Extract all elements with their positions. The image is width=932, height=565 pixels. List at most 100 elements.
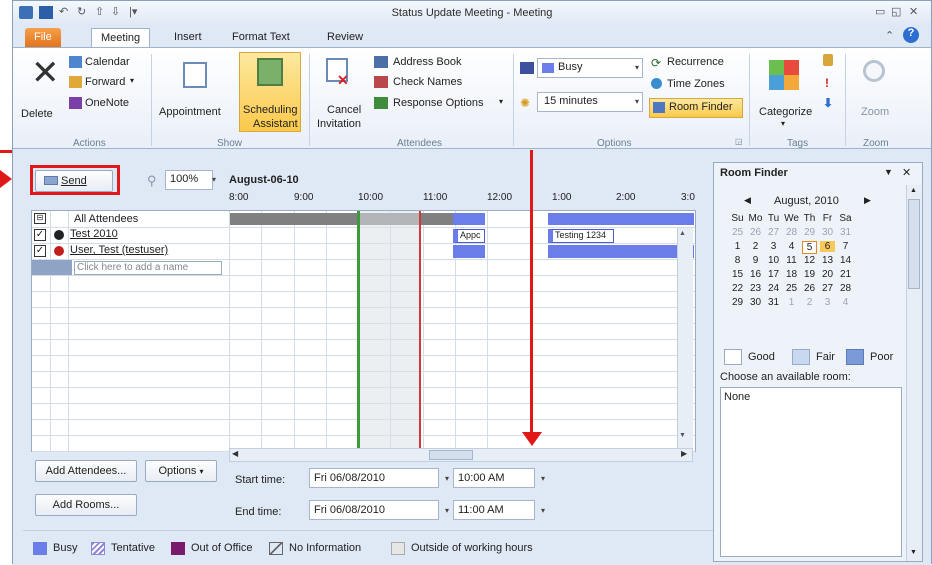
check-names-button[interactable]: Check Names bbox=[393, 76, 462, 88]
calendar-day[interactable]: 20 bbox=[820, 269, 835, 280]
end-date-dropdown-icon[interactable]: ▾ bbox=[441, 506, 453, 515]
calendar-day[interactable]: 2 bbox=[748, 241, 763, 252]
ribbon-collapse-icon[interactable]: ⌃ bbox=[885, 29, 894, 42]
calendar-day[interactable]: 1 bbox=[730, 241, 745, 252]
room-finder-button[interactable]: Room Finder bbox=[669, 101, 733, 113]
categorize-button[interactable]: Categorize bbox=[759, 106, 812, 118]
tab-insert[interactable]: Insert bbox=[165, 28, 211, 47]
tab-review[interactable]: Review bbox=[318, 28, 372, 47]
help-icon[interactable]: ? bbox=[903, 27, 919, 43]
maximize-icon[interactable]: ◱ bbox=[891, 5, 901, 18]
end-date-input[interactable]: Fri 06/08/2010 bbox=[309, 500, 439, 520]
options-button[interactable]: Options ▾ bbox=[145, 460, 217, 482]
scroll-left-icon[interactable]: ◀ bbox=[232, 449, 238, 458]
calendar-day[interactable]: 28 bbox=[784, 227, 799, 238]
vertical-scrollbar[interactable] bbox=[677, 228, 693, 452]
forward-dropdown-icon[interactable]: ▾ bbox=[130, 76, 134, 85]
calendar-day[interactable]: 31 bbox=[766, 297, 781, 308]
tab-file[interactable]: File bbox=[25, 28, 61, 47]
calendar-day[interactable]: 25 bbox=[784, 283, 799, 294]
calendar-day[interactable]: 5 bbox=[802, 241, 817, 254]
calendar-day[interactable]: 29 bbox=[802, 227, 817, 238]
calendar-day[interactable]: 11 bbox=[784, 255, 799, 266]
scheduling-assistant-label-1[interactable]: Scheduling bbox=[243, 104, 297, 116]
forward-button[interactable]: Forward bbox=[85, 76, 125, 88]
calendar-day[interactable]: 2 bbox=[802, 297, 817, 308]
prev-month-icon[interactable]: ◀ bbox=[744, 195, 751, 206]
calendar-day[interactable]: 21 bbox=[838, 269, 853, 280]
calendar-day[interactable]: 24 bbox=[766, 283, 781, 294]
show-as-select[interactable]: Busy bbox=[537, 58, 643, 78]
onenote-button[interactable]: OneNote bbox=[85, 97, 129, 109]
next-month-icon[interactable]: ▶ bbox=[864, 195, 871, 206]
add-rooms-button[interactable]: Add Rooms... bbox=[35, 494, 137, 516]
calendar-day[interactable]: 12 bbox=[802, 255, 817, 266]
reminder-select[interactable]: 15 minutes bbox=[537, 92, 643, 112]
calendar-day[interactable]: 1 bbox=[784, 297, 799, 308]
room-list-item[interactable]: None bbox=[724, 391, 750, 403]
minimize-icon[interactable]: ▭ bbox=[875, 5, 885, 18]
zoom-button[interactable]: Zoom bbox=[861, 106, 889, 118]
recurrence-button[interactable]: Recurrence bbox=[667, 56, 724, 68]
zoom-dropdown-icon[interactable]: ▾ bbox=[208, 175, 220, 184]
calendar-day[interactable]: 28 bbox=[838, 283, 853, 294]
all-attendees-checkbox-icon[interactable]: ⊟ bbox=[34, 213, 46, 224]
room-finder-scroll-up-icon[interactable]: ▲ bbox=[910, 187, 917, 194]
end-time-input[interactable]: 11:00 AM bbox=[453, 500, 535, 520]
tab-meeting[interactable]: Meeting bbox=[91, 28, 151, 47]
cancel-invitation-label-1[interactable]: Cancel bbox=[327, 104, 361, 116]
add-attendees-button[interactable]: Add Attendees... bbox=[35, 460, 137, 482]
categorize-dropdown-icon[interactable]: ▾ bbox=[781, 119, 785, 128]
calendar-day[interactable]: 26 bbox=[748, 227, 763, 238]
private-lock-icon[interactable] bbox=[823, 54, 833, 66]
scroll-right-icon[interactable]: ▶ bbox=[681, 449, 687, 458]
end-time-dropdown-icon[interactable]: ▾ bbox=[537, 506, 549, 515]
room-finder-menu-icon[interactable]: ▼ bbox=[884, 167, 893, 177]
calendar-day[interactable]: 22 bbox=[730, 283, 745, 294]
calendar-day[interactable]: 31 bbox=[838, 227, 853, 238]
calendar-day[interactable]: 19 bbox=[802, 269, 817, 280]
zoom-select[interactable]: 100% bbox=[165, 170, 213, 190]
calendar-day[interactable]: 4 bbox=[838, 297, 853, 308]
room-finder-close-icon[interactable]: ✕ bbox=[902, 166, 911, 179]
calendar-day[interactable]: 30 bbox=[820, 227, 835, 238]
close-icon[interactable]: ✕ bbox=[909, 5, 918, 18]
start-date-input[interactable]: Fri 06/08/2010 bbox=[309, 468, 439, 488]
delete-button[interactable]: Delete bbox=[21, 108, 53, 120]
cancel-invitation-label-2[interactable]: Invitation bbox=[317, 118, 361, 130]
room-finder-scroll-thumb[interactable] bbox=[908, 199, 920, 289]
start-time-input[interactable]: 10:00 AM bbox=[453, 468, 535, 488]
time-zones-button[interactable]: Time Zones bbox=[667, 78, 725, 90]
address-book-button[interactable]: Address Book bbox=[393, 56, 461, 68]
calendar-day[interactable]: 10 bbox=[766, 255, 781, 266]
calendar-day[interactable]: 7 bbox=[838, 241, 853, 252]
attendee-checkbox[interactable]: ✓ bbox=[34, 245, 46, 257]
calendar-day[interactable]: 4 bbox=[784, 241, 799, 252]
calendar-day[interactable]: 8 bbox=[730, 255, 745, 266]
room-list[interactable]: None bbox=[720, 387, 902, 557]
response-options-button[interactable]: Response Options bbox=[393, 97, 484, 109]
start-time-dropdown-icon[interactable]: ▾ bbox=[537, 474, 549, 483]
calendar-day[interactable]: 14 bbox=[838, 255, 853, 266]
calendar-day[interactable]: 23 bbox=[748, 283, 763, 294]
low-importance-icon[interactable]: ⬇ bbox=[823, 96, 833, 110]
show-as-dropdown-icon[interactable]: ▾ bbox=[631, 63, 643, 72]
attendee-name[interactable]: User, Test (testuser) bbox=[70, 244, 168, 256]
calendar-day[interactable]: 3 bbox=[766, 241, 781, 252]
calendar-day[interactable]: 16 bbox=[748, 269, 763, 280]
add-name-input[interactable]: Click here to add a name bbox=[74, 261, 222, 275]
appointment-button[interactable]: Appointment bbox=[159, 106, 221, 118]
calendar-day[interactable]: 29 bbox=[730, 297, 745, 308]
calendar-day[interactable]: 27 bbox=[820, 283, 835, 294]
delete-icon[interactable]: ✕ bbox=[31, 56, 60, 90]
response-options-dropdown-icon[interactable]: ▾ bbox=[499, 97, 503, 106]
attendee-name[interactable]: Test 2010 bbox=[70, 228, 118, 240]
start-date-dropdown-icon[interactable]: ▾ bbox=[441, 474, 453, 483]
room-finder-scroll-down-icon[interactable]: ▼ bbox=[910, 549, 917, 556]
options-launcher-icon[interactable]: ◲ bbox=[735, 137, 743, 146]
scroll-down-icon[interactable]: ▼ bbox=[679, 432, 686, 439]
calendar-day[interactable]: 30 bbox=[748, 297, 763, 308]
scheduling-assistant-label-2[interactable]: Assistant bbox=[253, 118, 298, 130]
tab-format-text[interactable]: Format Text bbox=[223, 28, 299, 47]
reminder-dropdown-icon[interactable]: ▾ bbox=[631, 97, 643, 106]
